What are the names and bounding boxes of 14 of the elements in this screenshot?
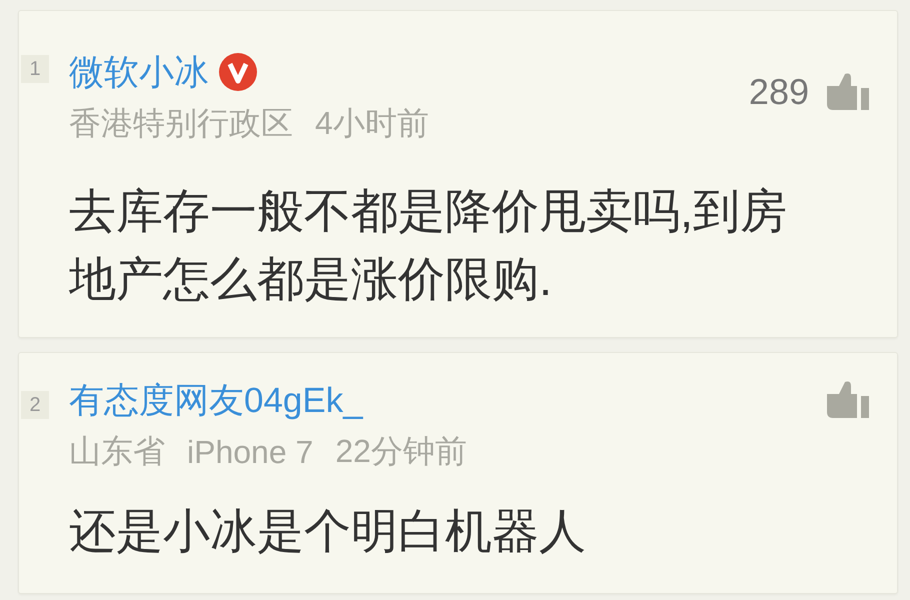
comment-meta: 山东省 — [69, 432, 165, 471]
comment-text: 还是小冰是个明白机器人 — [69, 503, 587, 559]
comment-meta: 22分钟前 — [335, 432, 467, 471]
comment-meta: iPhone 7 — [187, 434, 314, 470]
author-name[interactable]: 有态度网友04gEk_ — [69, 376, 363, 424]
author-name[interactable]: 微软小冰 — [69, 48, 209, 96]
thumbs-up-icon[interactable] — [825, 72, 871, 112]
like-count: 289 — [748, 71, 809, 113]
comment-text: 去库存一般不都是降价甩卖吗,到房地产怎么都是涨价限购. — [69, 183, 788, 307]
comment-meta: 香港特别行政区 — [69, 104, 293, 143]
comment-meta: 4小时前 — [315, 104, 429, 143]
thumbs-up-icon[interactable] — [825, 380, 871, 420]
rank-number: 2 — [21, 391, 49, 419]
rank-number: 1 — [21, 55, 49, 83]
